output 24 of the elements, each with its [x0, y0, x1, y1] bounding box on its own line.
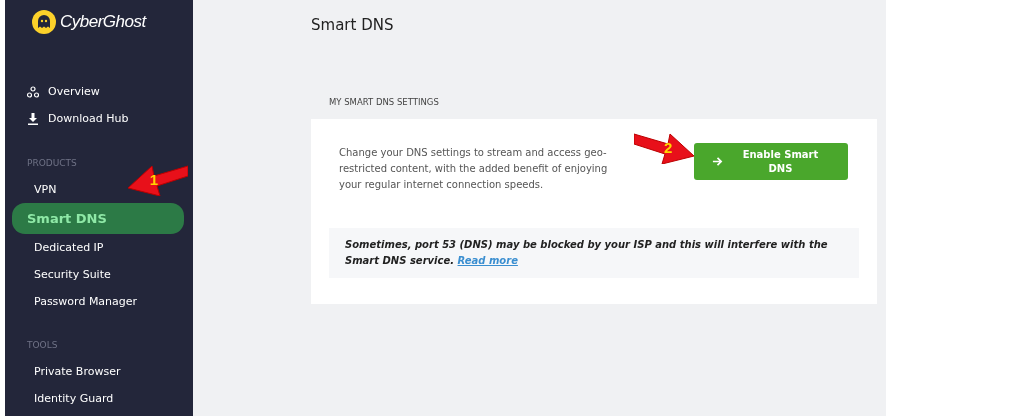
section-label: MY SMART DNS SETTINGS	[329, 97, 440, 109]
sidebar-item[interactable]: Security Suite	[12, 261, 115, 288]
annotation-number: 2	[664, 139, 673, 156]
ghost-logo-icon	[32, 10, 56, 34]
arrow-annotation-icon	[634, 130, 694, 164]
section-heading: TOOLS	[27, 339, 58, 352]
sidebar-item[interactable]: Private Browser	[12, 358, 125, 385]
annotation-number: 1	[149, 171, 158, 188]
page-title: Smart DNS	[311, 16, 395, 36]
logo-text: CyberGhost	[60, 12, 146, 32]
sidebar-item[interactable]: Dedicated IP	[12, 234, 108, 261]
sidebar-item[interactable]: Identity Guard	[12, 385, 118, 412]
sidebar-item[interactable]: Smart DNS	[12, 203, 184, 234]
arrow-annotation-icon	[128, 162, 188, 196]
overview-icon	[27, 85, 39, 98]
arrow-right-icon	[712, 156, 723, 167]
description-text: Change your DNS settings to stream and access geo-restricted content, with the added benefit of enjoying your regular internet connection speeds.	[339, 146, 609, 192]
sidebar-item[interactable]: Password Manager	[12, 288, 142, 315]
sidebar-item[interactable]: Overview	[12, 78, 104, 105]
sidebar-item[interactable]: Download Hub	[12, 105, 133, 132]
sidebar-item[interactable]: VPN	[12, 176, 61, 203]
download-icon	[27, 112, 39, 125]
note-text: Sometimes, port 53 (DNS) may be blocked by your ISP and this will interfere with the Smart DNS service. Read more	[345, 238, 829, 268]
section-heading: PRODUCTS	[27, 157, 77, 170]
